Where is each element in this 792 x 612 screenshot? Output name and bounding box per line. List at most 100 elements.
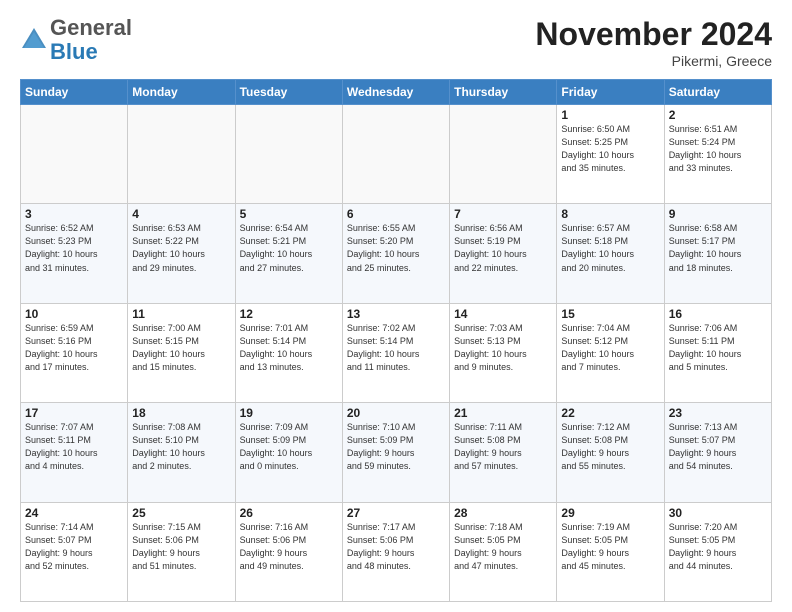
day-info: Sunrise: 7:17 AM Sunset: 5:06 PM Dayligh… bbox=[347, 521, 445, 573]
day-number: 15 bbox=[561, 307, 659, 321]
day-number: 25 bbox=[132, 506, 230, 520]
col-sunday: Sunday bbox=[21, 80, 128, 105]
calendar-cell: 21Sunrise: 7:11 AM Sunset: 5:08 PM Dayli… bbox=[450, 403, 557, 502]
day-info: Sunrise: 6:55 AM Sunset: 5:20 PM Dayligh… bbox=[347, 222, 445, 274]
day-info: Sunrise: 7:20 AM Sunset: 5:05 PM Dayligh… bbox=[669, 521, 767, 573]
calendar-cell: 4Sunrise: 6:53 AM Sunset: 5:22 PM Daylig… bbox=[128, 204, 235, 303]
logo: General Blue bbox=[20, 16, 132, 64]
calendar-cell: 15Sunrise: 7:04 AM Sunset: 5:12 PM Dayli… bbox=[557, 303, 664, 402]
col-wednesday: Wednesday bbox=[342, 80, 449, 105]
day-info: Sunrise: 7:08 AM Sunset: 5:10 PM Dayligh… bbox=[132, 421, 230, 473]
day-number: 23 bbox=[669, 406, 767, 420]
day-number: 24 bbox=[25, 506, 123, 520]
day-info: Sunrise: 7:10 AM Sunset: 5:09 PM Dayligh… bbox=[347, 421, 445, 473]
calendar-cell: 2Sunrise: 6:51 AM Sunset: 5:24 PM Daylig… bbox=[664, 105, 771, 204]
day-number: 3 bbox=[25, 207, 123, 221]
calendar-cell: 26Sunrise: 7:16 AM Sunset: 5:06 PM Dayli… bbox=[235, 502, 342, 601]
calendar-cell: 7Sunrise: 6:56 AM Sunset: 5:19 PM Daylig… bbox=[450, 204, 557, 303]
day-number: 27 bbox=[347, 506, 445, 520]
calendar-cell: 23Sunrise: 7:13 AM Sunset: 5:07 PM Dayli… bbox=[664, 403, 771, 502]
calendar-cell bbox=[342, 105, 449, 204]
day-number: 22 bbox=[561, 406, 659, 420]
day-info: Sunrise: 7:07 AM Sunset: 5:11 PM Dayligh… bbox=[25, 421, 123, 473]
day-info: Sunrise: 7:13 AM Sunset: 5:07 PM Dayligh… bbox=[669, 421, 767, 473]
calendar-week-1: 1Sunrise: 6:50 AM Sunset: 5:25 PM Daylig… bbox=[21, 105, 772, 204]
day-number: 19 bbox=[240, 406, 338, 420]
col-monday: Monday bbox=[128, 80, 235, 105]
day-info: Sunrise: 6:56 AM Sunset: 5:19 PM Dayligh… bbox=[454, 222, 552, 274]
day-number: 28 bbox=[454, 506, 552, 520]
day-number: 11 bbox=[132, 307, 230, 321]
day-info: Sunrise: 6:53 AM Sunset: 5:22 PM Dayligh… bbox=[132, 222, 230, 274]
day-number: 26 bbox=[240, 506, 338, 520]
calendar-cell: 1Sunrise: 6:50 AM Sunset: 5:25 PM Daylig… bbox=[557, 105, 664, 204]
title-block: November 2024 Pikermi, Greece bbox=[535, 16, 772, 69]
day-info: Sunrise: 7:16 AM Sunset: 5:06 PM Dayligh… bbox=[240, 521, 338, 573]
day-number: 10 bbox=[25, 307, 123, 321]
day-number: 18 bbox=[132, 406, 230, 420]
calendar-cell: 17Sunrise: 7:07 AM Sunset: 5:11 PM Dayli… bbox=[21, 403, 128, 502]
day-info: Sunrise: 6:58 AM Sunset: 5:17 PM Dayligh… bbox=[669, 222, 767, 274]
calendar-cell: 11Sunrise: 7:00 AM Sunset: 5:15 PM Dayli… bbox=[128, 303, 235, 402]
day-info: Sunrise: 7:03 AM Sunset: 5:13 PM Dayligh… bbox=[454, 322, 552, 374]
day-number: 21 bbox=[454, 406, 552, 420]
day-number: 17 bbox=[25, 406, 123, 420]
calendar-cell: 24Sunrise: 7:14 AM Sunset: 5:07 PM Dayli… bbox=[21, 502, 128, 601]
day-number: 2 bbox=[669, 108, 767, 122]
day-info: Sunrise: 7:19 AM Sunset: 5:05 PM Dayligh… bbox=[561, 521, 659, 573]
calendar-cell bbox=[450, 105, 557, 204]
calendar-cell: 29Sunrise: 7:19 AM Sunset: 5:05 PM Dayli… bbox=[557, 502, 664, 601]
calendar-cell bbox=[21, 105, 128, 204]
calendar-cell: 10Sunrise: 6:59 AM Sunset: 5:16 PM Dayli… bbox=[21, 303, 128, 402]
calendar-cell: 13Sunrise: 7:02 AM Sunset: 5:14 PM Dayli… bbox=[342, 303, 449, 402]
col-friday: Friday bbox=[557, 80, 664, 105]
day-number: 6 bbox=[347, 207, 445, 221]
day-info: Sunrise: 7:15 AM Sunset: 5:06 PM Dayligh… bbox=[132, 521, 230, 573]
month-title: November 2024 bbox=[535, 16, 772, 53]
day-info: Sunrise: 7:14 AM Sunset: 5:07 PM Dayligh… bbox=[25, 521, 123, 573]
calendar-cell bbox=[235, 105, 342, 204]
calendar-cell: 22Sunrise: 7:12 AM Sunset: 5:08 PM Dayli… bbox=[557, 403, 664, 502]
day-info: Sunrise: 6:52 AM Sunset: 5:23 PM Dayligh… bbox=[25, 222, 123, 274]
day-info: Sunrise: 6:51 AM Sunset: 5:24 PM Dayligh… bbox=[669, 123, 767, 175]
day-number: 12 bbox=[240, 307, 338, 321]
calendar-week-5: 24Sunrise: 7:14 AM Sunset: 5:07 PM Dayli… bbox=[21, 502, 772, 601]
day-number: 13 bbox=[347, 307, 445, 321]
calendar-cell: 9Sunrise: 6:58 AM Sunset: 5:17 PM Daylig… bbox=[664, 204, 771, 303]
day-info: Sunrise: 7:06 AM Sunset: 5:11 PM Dayligh… bbox=[669, 322, 767, 374]
page: General Blue November 2024 Pikermi, Gree… bbox=[0, 0, 792, 612]
calendar-cell: 27Sunrise: 7:17 AM Sunset: 5:06 PM Dayli… bbox=[342, 502, 449, 601]
calendar-cell: 6Sunrise: 6:55 AM Sunset: 5:20 PM Daylig… bbox=[342, 204, 449, 303]
col-thursday: Thursday bbox=[450, 80, 557, 105]
logo-blue: Blue bbox=[50, 39, 98, 64]
col-tuesday: Tuesday bbox=[235, 80, 342, 105]
col-saturday: Saturday bbox=[664, 80, 771, 105]
day-info: Sunrise: 7:12 AM Sunset: 5:08 PM Dayligh… bbox=[561, 421, 659, 473]
calendar-header-row: Sunday Monday Tuesday Wednesday Thursday… bbox=[21, 80, 772, 105]
calendar-cell: 12Sunrise: 7:01 AM Sunset: 5:14 PM Dayli… bbox=[235, 303, 342, 402]
day-info: Sunrise: 6:54 AM Sunset: 5:21 PM Dayligh… bbox=[240, 222, 338, 274]
calendar-cell: 16Sunrise: 7:06 AM Sunset: 5:11 PM Dayli… bbox=[664, 303, 771, 402]
calendar-week-4: 17Sunrise: 7:07 AM Sunset: 5:11 PM Dayli… bbox=[21, 403, 772, 502]
calendar-cell: 30Sunrise: 7:20 AM Sunset: 5:05 PM Dayli… bbox=[664, 502, 771, 601]
day-number: 7 bbox=[454, 207, 552, 221]
logo-general: General bbox=[50, 15, 132, 40]
logo-text: General Blue bbox=[50, 16, 132, 64]
calendar-cell: 20Sunrise: 7:10 AM Sunset: 5:09 PM Dayli… bbox=[342, 403, 449, 502]
day-info: Sunrise: 7:00 AM Sunset: 5:15 PM Dayligh… bbox=[132, 322, 230, 374]
logo-icon bbox=[20, 26, 48, 54]
day-info: Sunrise: 7:02 AM Sunset: 5:14 PM Dayligh… bbox=[347, 322, 445, 374]
day-info: Sunrise: 6:59 AM Sunset: 5:16 PM Dayligh… bbox=[25, 322, 123, 374]
day-info: Sunrise: 7:18 AM Sunset: 5:05 PM Dayligh… bbox=[454, 521, 552, 573]
day-info: Sunrise: 7:04 AM Sunset: 5:12 PM Dayligh… bbox=[561, 322, 659, 374]
day-number: 8 bbox=[561, 207, 659, 221]
day-info: Sunrise: 7:09 AM Sunset: 5:09 PM Dayligh… bbox=[240, 421, 338, 473]
calendar-cell: 8Sunrise: 6:57 AM Sunset: 5:18 PM Daylig… bbox=[557, 204, 664, 303]
calendar-cell: 18Sunrise: 7:08 AM Sunset: 5:10 PM Dayli… bbox=[128, 403, 235, 502]
day-info: Sunrise: 6:50 AM Sunset: 5:25 PM Dayligh… bbox=[561, 123, 659, 175]
calendar-cell: 5Sunrise: 6:54 AM Sunset: 5:21 PM Daylig… bbox=[235, 204, 342, 303]
day-number: 30 bbox=[669, 506, 767, 520]
day-number: 29 bbox=[561, 506, 659, 520]
day-info: Sunrise: 6:57 AM Sunset: 5:18 PM Dayligh… bbox=[561, 222, 659, 274]
calendar-week-3: 10Sunrise: 6:59 AM Sunset: 5:16 PM Dayli… bbox=[21, 303, 772, 402]
